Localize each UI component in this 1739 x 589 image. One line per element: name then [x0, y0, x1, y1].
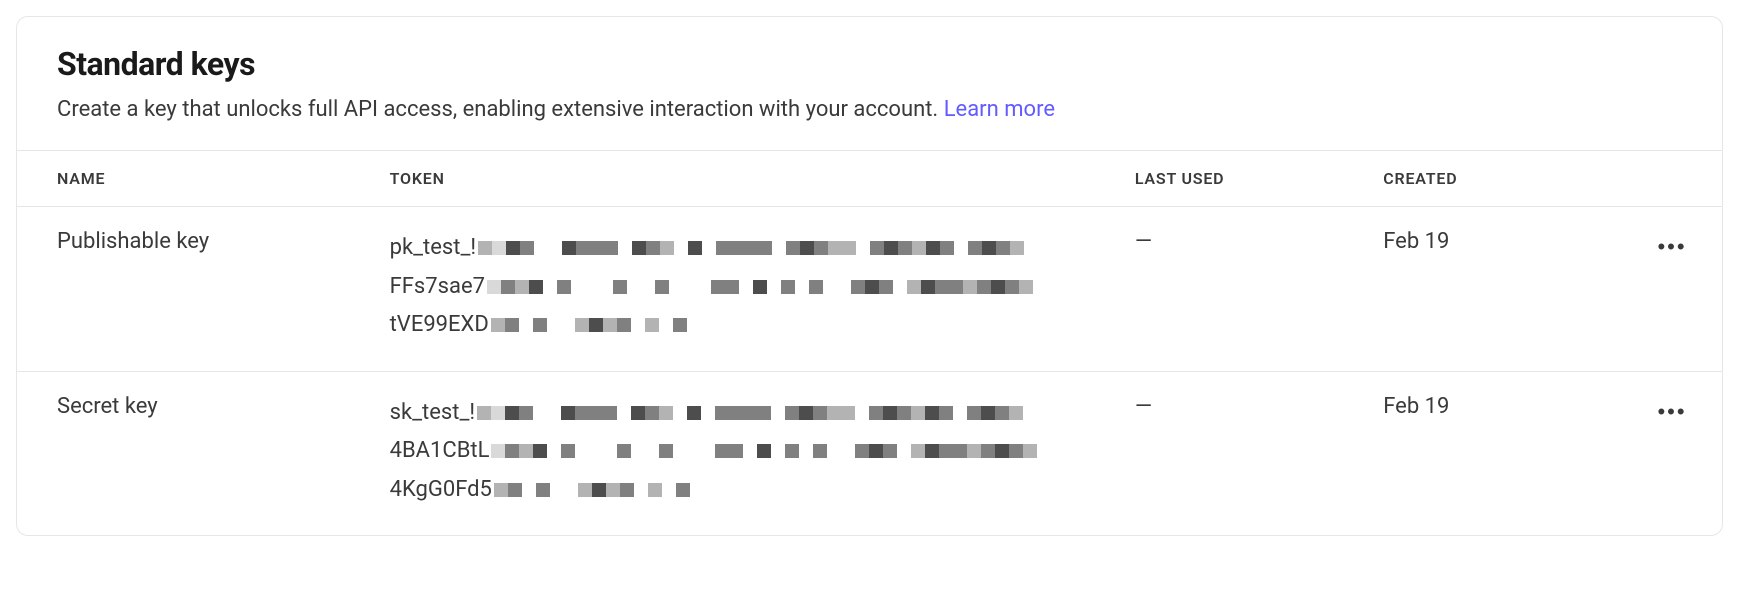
- key-name: Secret key: [17, 371, 390, 535]
- col-header-name: NAME: [17, 151, 390, 207]
- token-value[interactable]: pk_test_! FFs7sae7 tVE99EXD: [390, 229, 1010, 345]
- pixelated-mask-icon: [477, 406, 1023, 420]
- row-actions-button[interactable]: •••: [1654, 229, 1690, 265]
- key-last-used: —: [1135, 371, 1383, 535]
- token-prefix: sk_test_!: [390, 394, 475, 433]
- key-token-cell: pk_test_! FFs7sae7 tVE99EXD: [390, 207, 1135, 372]
- table-header-row: NAME TOKEN LAST USED CREATED: [17, 151, 1722, 207]
- more-horizontal-icon: •••: [1657, 236, 1686, 258]
- key-created: Feb 19: [1383, 371, 1631, 535]
- standard-keys-card: Standard keys Create a key that unlocks …: [16, 16, 1723, 536]
- pixelated-mask-icon: [491, 444, 1037, 458]
- key-last-used: —: [1135, 207, 1383, 372]
- card-header: Standard keys Create a key that unlocks …: [17, 17, 1722, 151]
- keys-table: NAME TOKEN LAST USED CREATED Publishable…: [17, 151, 1722, 535]
- pixelated-mask-icon: [491, 318, 687, 332]
- col-header-created: CREATED: [1383, 151, 1631, 207]
- token-prefix: 4KgG0Fd5: [390, 471, 492, 510]
- token-prefix: FFs7sae7: [390, 268, 485, 307]
- table-row: Publishable key pk_test_! FFs7sae7 tVE99…: [17, 207, 1722, 372]
- learn-more-link[interactable]: Learn more: [944, 97, 1055, 122]
- pixelated-mask-icon: [487, 280, 1033, 294]
- token-prefix: pk_test_!: [390, 229, 476, 268]
- key-name: Publishable key: [17, 207, 390, 372]
- more-horizontal-icon: •••: [1657, 401, 1686, 423]
- token-prefix: tVE99EXD: [390, 306, 489, 345]
- row-actions-button[interactable]: •••: [1654, 394, 1690, 430]
- card-title: Standard keys: [57, 45, 1682, 83]
- key-created: Feb 19: [1383, 207, 1631, 372]
- col-header-actions: [1632, 151, 1722, 207]
- pixelated-mask-icon: [478, 241, 1024, 255]
- card-subtitle: Create a key that unlocks full API acces…: [57, 93, 1682, 126]
- key-token-cell: sk_test_! 4BA1CBtL 4KgG0Fd5: [390, 371, 1135, 535]
- token-value[interactable]: sk_test_! 4BA1CBtL 4KgG0Fd5: [390, 394, 1010, 510]
- token-prefix: 4BA1CBtL: [390, 432, 490, 471]
- pixelated-mask-icon: [494, 483, 690, 497]
- col-header-last-used: LAST USED: [1135, 151, 1383, 207]
- subtitle-text: Create a key that unlocks full API acces…: [57, 97, 944, 122]
- col-header-token: TOKEN: [390, 151, 1135, 207]
- table-row: Secret key sk_test_! 4BA1CBtL 4KgG0Fd5: [17, 371, 1722, 535]
